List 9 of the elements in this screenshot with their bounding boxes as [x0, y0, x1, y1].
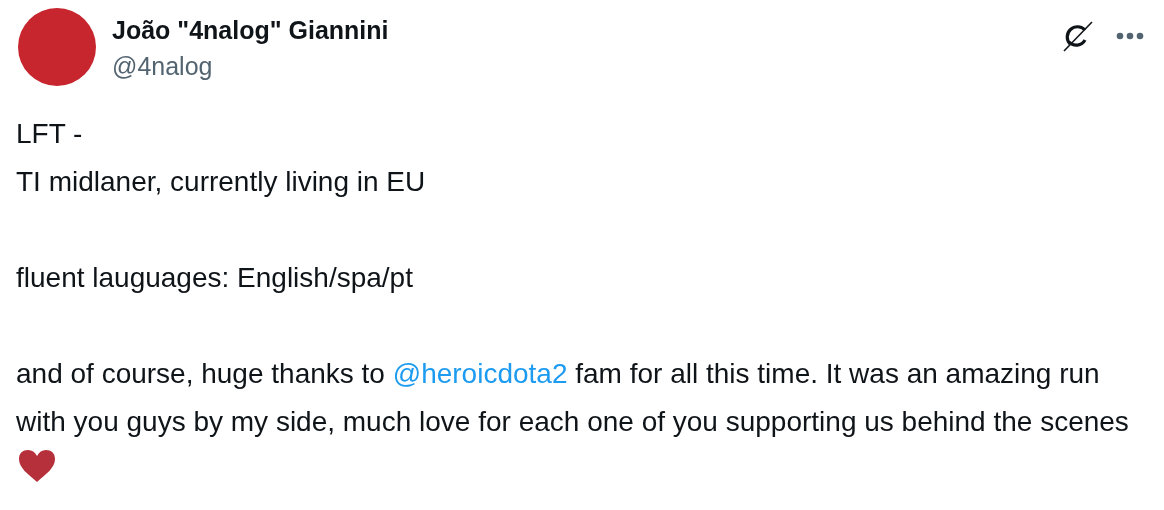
- tweet-text: and of course, huge thanks to @heroicdota2 fam for all this time. It was an amazing run with you guys by my side, much love for each one of you supporting us behind the scenes: [16, 350, 1140, 494]
- tweet-text: LFT -: [16, 117, 84, 151]
- heart-icon: [18, 449, 56, 483]
- tweet-text: fluent lauguages: English/spa/pt: [16, 261, 414, 295]
- author-handle[interactable]: @4nalog: [112, 49, 389, 83]
- author-name[interactable]: João "4nalog" Giannini: [112, 14, 389, 46]
- slashed-circle-icon[interactable]: [1060, 20, 1094, 52]
- tweet-text: TI midlaner, currently living in EU: [16, 165, 427, 199]
- more-icon[interactable]: [1116, 32, 1144, 40]
